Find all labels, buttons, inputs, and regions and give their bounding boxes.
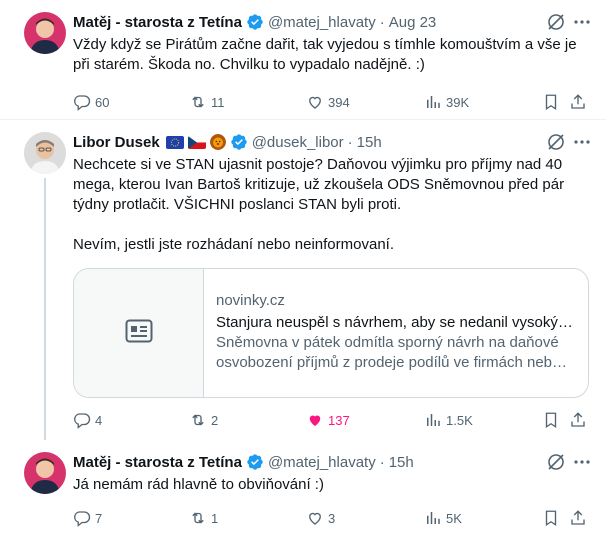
share-button[interactable] (569, 509, 587, 527)
reply-button[interactable]: 60 (73, 93, 109, 111)
reply-icon (73, 509, 91, 527)
repost-count: 2 (211, 412, 219, 428)
more-options-icon[interactable] (572, 132, 592, 152)
views-chart-icon (424, 411, 442, 429)
share-icon (569, 93, 587, 111)
card-title: Stanjura neuspěl s návrhem, aby se nedan… (216, 314, 573, 331)
grok-icon[interactable] (546, 132, 566, 152)
like-count: 137 (328, 412, 350, 428)
avatar[interactable] (24, 132, 66, 174)
tweet[interactable]: Libor Dusek @dusek_libor · 15h Nechcete … (0, 132, 606, 444)
verified-badge-icon[interactable] (246, 13, 264, 31)
author-handle[interactable]: @matej_hlavaty (268, 454, 376, 471)
avatar[interactable] (24, 452, 66, 494)
avatar[interactable] (24, 12, 66, 54)
views-count: 1.5K (446, 412, 473, 428)
views-button[interactable]: 39K (424, 93, 469, 111)
reply-icon (73, 411, 91, 429)
repost-count: 1 (211, 510, 219, 526)
share-button[interactable] (569, 411, 587, 429)
heart-filled-icon (306, 411, 324, 429)
views-chart-icon (424, 509, 442, 527)
repost-icon (189, 93, 207, 111)
heart-icon (306, 93, 324, 111)
separator-dot: · (347, 133, 353, 151)
tweet-text: Nechcete si ve STAN ujasnit postoje? Daň… (73, 156, 565, 253)
reply-count: 7 (95, 510, 103, 526)
repost-count: 11 (211, 94, 225, 110)
tweet-text: Vždy když se Pirátům začne dařit, tak vy… (73, 36, 581, 73)
tweet-text: Já nemám rád hlavně to obviňování :) (73, 476, 324, 493)
like-button[interactable]: 137 (306, 411, 350, 429)
timestamp[interactable]: 15h (357, 134, 382, 151)
author-handle[interactable]: @matej_hlavaty (268, 14, 376, 31)
tweet-header: Matěj - starosta z Tetína @matej_hlavaty… (73, 452, 586, 472)
share-icon (569, 509, 587, 527)
bookmark-button[interactable] (542, 93, 560, 111)
more-options-icon[interactable] (572, 12, 592, 32)
bookmark-button[interactable] (542, 411, 560, 429)
separator-dot: · (379, 453, 385, 471)
views-count: 5K (446, 510, 462, 526)
like-count: 3 (328, 510, 336, 526)
card-thumbnail (74, 269, 204, 397)
reply-icon (73, 93, 91, 111)
bookmark-icon (542, 509, 560, 527)
separator-dot: · (379, 13, 385, 31)
views-button[interactable]: 1.5K (424, 411, 473, 429)
avatar-column (24, 12, 66, 54)
bookmark-button[interactable] (542, 509, 560, 527)
thread-connector (44, 178, 46, 440)
repost-icon (189, 509, 207, 527)
tweet-header: Libor Dusek @dusek_libor · 15h (73, 132, 586, 152)
views-button[interactable]: 5K (424, 509, 462, 527)
repost-button[interactable]: 1 (189, 509, 218, 527)
share-button[interactable] (569, 93, 587, 111)
repost-icon (189, 411, 207, 429)
bookmark-icon (542, 93, 560, 111)
author-handle[interactable]: @dusek_libor (252, 134, 344, 151)
card-description: Sněmovna v pátek odmítla sporný návrh na… (216, 334, 568, 371)
verified-badge-icon[interactable] (230, 133, 248, 151)
lion-emoji-icon (209, 134, 226, 150)
divider (0, 119, 606, 120)
verified-badge-icon[interactable] (246, 453, 264, 471)
tweet[interactable]: Matěj - starosta z Tetína @matej_hlavaty… (0, 12, 606, 120)
avatar-column (24, 452, 66, 494)
card-domain: novinky.cz (216, 292, 285, 309)
eu-flag-icon (165, 135, 184, 149)
grok-icon[interactable] (546, 452, 566, 472)
author-name[interactable]: Matěj - starosta z Tetína (73, 14, 242, 31)
cz-flag-icon (187, 135, 206, 149)
heart-icon (306, 509, 324, 527)
reply-button[interactable]: 4 (73, 411, 102, 429)
views-chart-icon (424, 93, 442, 111)
repost-button[interactable]: 11 (189, 93, 225, 111)
author-name[interactable]: Matěj - starosta z Tetína (73, 454, 242, 471)
link-card[interactable]: novinky.cz Stanjura neuspěl s návrhem, a… (73, 268, 589, 398)
tweet-header: Matěj - starosta z Tetína @matej_hlavaty… (73, 12, 586, 32)
repost-button[interactable]: 2 (189, 411, 218, 429)
reply-count: 4 (95, 412, 103, 428)
bookmark-icon (542, 411, 560, 429)
like-count: 394 (328, 94, 350, 110)
views-count: 39K (446, 94, 470, 110)
grok-icon[interactable] (546, 12, 566, 32)
share-icon (569, 411, 587, 429)
author-name[interactable]: Libor Dusek (73, 134, 160, 151)
timestamp[interactable]: Aug 23 (389, 14, 437, 31)
reply-count: 60 (95, 94, 110, 110)
like-button[interactable]: 394 (306, 93, 350, 111)
tweet[interactable]: Matěj - starosta z Tetína @matej_hlavaty… (0, 452, 606, 545)
article-icon (125, 319, 153, 348)
timestamp[interactable]: 15h (389, 454, 414, 471)
reply-button[interactable]: 7 (73, 509, 102, 527)
like-button[interactable]: 3 (306, 509, 335, 527)
avatar-column (24, 132, 66, 174)
more-options-icon[interactable] (572, 452, 592, 472)
